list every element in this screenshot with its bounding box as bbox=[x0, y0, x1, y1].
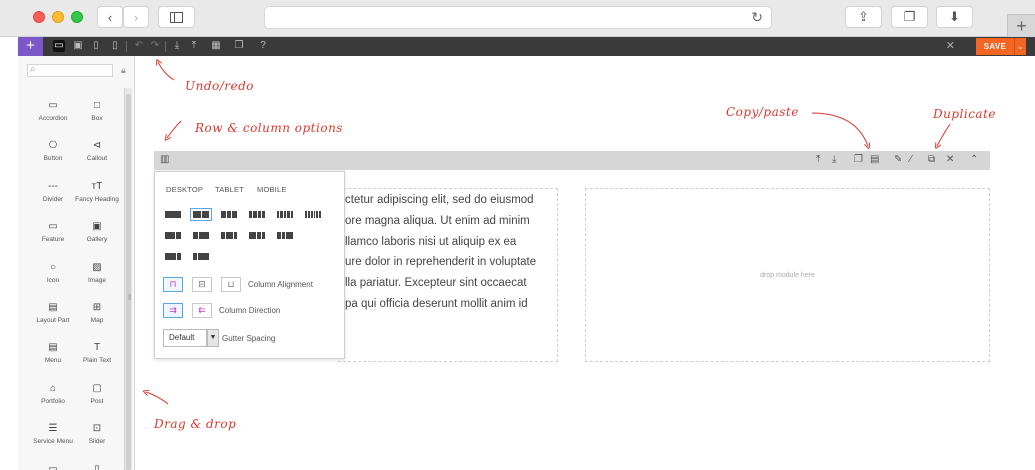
arrow-duplicate bbox=[937, 123, 951, 146]
browser-window: ‹ › ↻ ⇪ ❐ ⬇ + + ▭ ▣ ▯ ▯ ↶ ↷ ⤓ ⤒ ▦ ❐ ? ✕ … bbox=[0, 0, 1035, 470]
arrow-drag-drop bbox=[146, 392, 169, 405]
arrow-copy-paste bbox=[811, 112, 868, 146]
annotation-arrows bbox=[0, 0, 951, 405]
arrow-undo-redo bbox=[158, 62, 175, 81]
arrow-row-options bbox=[167, 120, 182, 138]
